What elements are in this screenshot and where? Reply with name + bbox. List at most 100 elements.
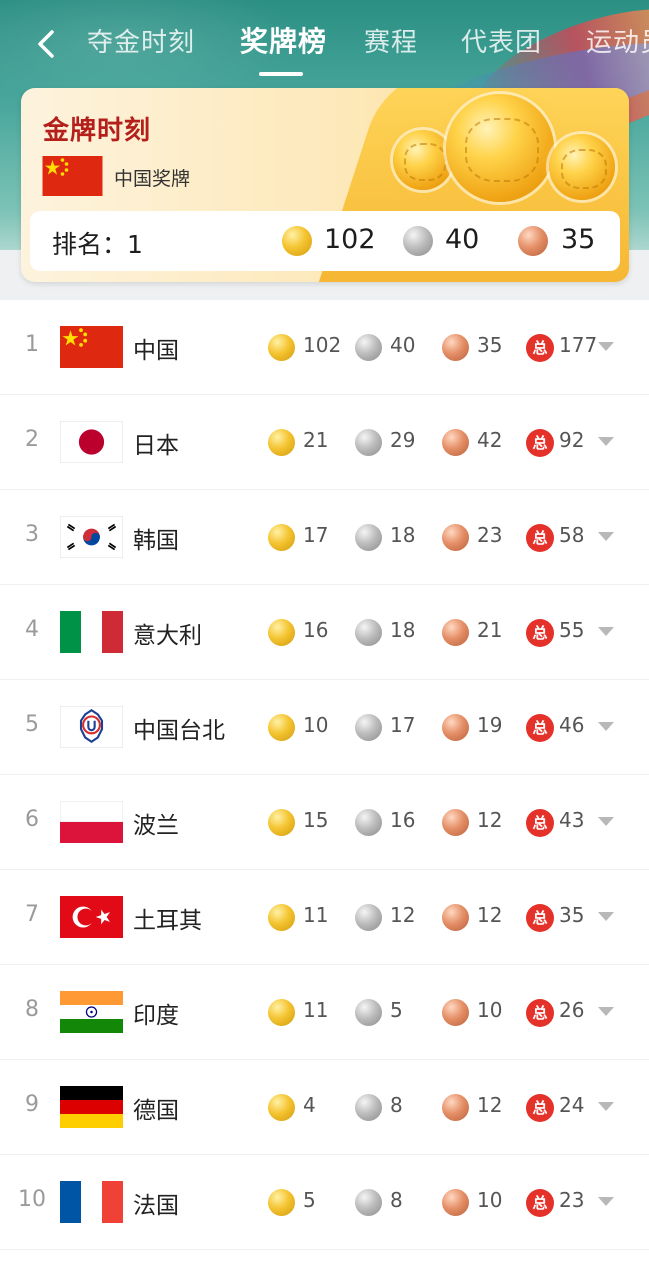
silver-count: 17	[390, 713, 416, 737]
total-badge-icon: 总	[526, 619, 554, 647]
china-medal-summary-card[interactable]: 金牌时刻 中国奖牌 排名：1 102 40 35	[21, 88, 629, 282]
back-button[interactable]	[30, 26, 62, 62]
gold-count: 5	[303, 1188, 316, 1212]
rank-number: 9	[25, 1092, 39, 1117]
table-row[interactable]: 10 法国 5 8 10 总 23	[0, 1155, 649, 1250]
expand-caret-icon[interactable]	[598, 1102, 614, 1111]
total-badge-icon: 总	[526, 904, 554, 932]
card-bronze-count: 35	[561, 224, 596, 255]
table-row[interactable]: 1 中国 102 40 35 总 177	[0, 300, 649, 395]
row-divider	[0, 1249, 649, 1250]
tab-schedule[interactable]: 赛程	[364, 22, 418, 59]
silver-count: 18	[390, 523, 416, 547]
rank-number: 4	[25, 617, 39, 642]
card-rank: 排名：1	[52, 230, 143, 259]
gold-medal-icon	[268, 714, 295, 741]
bronze-medal-icon	[442, 429, 469, 456]
expand-caret-icon[interactable]	[598, 817, 614, 826]
expand-caret-icon[interactable]	[598, 532, 614, 541]
silver-count: 40	[390, 333, 416, 357]
gold-medal-icon	[268, 904, 295, 931]
country-name: 意大利	[133, 623, 202, 649]
expand-caret-icon[interactable]	[598, 627, 614, 636]
gold-ball-right-icon	[549, 134, 615, 200]
total-badge-icon: 总	[526, 524, 554, 552]
bronze-medal-icon	[518, 226, 548, 256]
silver-medal-icon	[355, 1094, 382, 1121]
tab-athletes[interactable]: 运动员	[586, 22, 649, 59]
silver-count: 29	[390, 428, 416, 452]
expand-caret-icon[interactable]	[598, 912, 614, 921]
country-name: 中国	[133, 338, 179, 364]
total-count: 23	[559, 1188, 585, 1212]
country-name: 中国台北	[133, 718, 225, 744]
silver-medal-icon	[355, 1189, 382, 1216]
country-name: 日本	[133, 433, 179, 459]
gold-count: 11	[303, 903, 329, 927]
bronze-count: 12	[477, 808, 503, 832]
table-row[interactable]: 4 意大利 16 18 21 总 55	[0, 585, 649, 680]
table-row[interactable]: 7 土耳其 11 12 12 总 35	[0, 870, 649, 965]
expand-caret-icon[interactable]	[598, 1007, 614, 1016]
gold-medal-icon	[268, 334, 295, 361]
total-badge-icon: 总	[526, 809, 554, 837]
tab-gold-moments[interactable]: 夺金时刻	[87, 22, 195, 59]
table-row[interactable]: 3 韩国 17 18 23 总 58	[0, 490, 649, 585]
country-name: 土耳其	[133, 908, 202, 934]
total-badge-icon: 总	[526, 429, 554, 457]
total-count: 58	[559, 523, 585, 547]
silver-medal-icon	[355, 524, 382, 551]
tab-delegations[interactable]: 代表团	[461, 22, 542, 59]
card-title: 金牌时刻	[43, 116, 152, 146]
bronze-medal-icon	[442, 334, 469, 361]
expand-caret-icon[interactable]	[598, 1197, 614, 1206]
gold-medal-icon	[282, 226, 312, 256]
chinese-taipei-flag-icon	[60, 706, 123, 748]
gold-medal-icon	[268, 1094, 295, 1121]
table-row[interactable]: 8 印度 11 5 10 总 26	[0, 965, 649, 1060]
table-row[interactable]: 9 德国 4 8 12 总 24	[0, 1060, 649, 1155]
total-count: 55	[559, 618, 585, 642]
japan-flag-icon	[60, 421, 123, 463]
germany-flag-icon	[60, 1086, 123, 1128]
bronze-count: 42	[477, 428, 503, 452]
table-row[interactable]: 2 日本 21 29 42 总 92	[0, 395, 649, 490]
total-badge-icon: 总	[526, 1094, 554, 1122]
rank-number: 10	[18, 1187, 46, 1212]
bronze-medal-icon	[442, 999, 469, 1026]
expand-caret-icon[interactable]	[598, 437, 614, 446]
silver-medal-icon	[355, 429, 382, 456]
silver-count: 8	[390, 1093, 403, 1117]
table-row[interactable]: 5 中国台北 10 17 19 总 46	[0, 680, 649, 775]
expand-caret-icon[interactable]	[598, 722, 614, 731]
total-count: 26	[559, 998, 585, 1022]
gold-medal-icon	[268, 1189, 295, 1216]
table-row[interactable]: 6 波兰 15 16 12 总 43	[0, 775, 649, 870]
gold-medal-icon	[268, 999, 295, 1026]
gold-count: 16	[303, 618, 329, 642]
gold-medal-icon	[268, 429, 295, 456]
chevron-left-icon	[38, 30, 54, 58]
turkey-flag-icon	[60, 896, 123, 938]
bronze-medal-icon	[442, 714, 469, 741]
header: 夺金时刻 奖牌榜 赛程 代表团 运动员 金牌时刻 中国奖牌 排名：1 102	[0, 0, 649, 300]
country-name: 波兰	[133, 813, 179, 839]
silver-medal-icon	[355, 904, 382, 931]
rank-number: 7	[25, 902, 39, 927]
gold-count: 15	[303, 808, 329, 832]
tab-medal-table[interactable]: 奖牌榜	[240, 20, 327, 60]
rank-number: 5	[25, 712, 39, 737]
bronze-count: 23	[477, 523, 503, 547]
total-count: 177	[559, 333, 598, 357]
rank-number: 6	[25, 807, 39, 832]
expand-caret-icon[interactable]	[598, 342, 614, 351]
bronze-medal-icon	[442, 809, 469, 836]
silver-medal-icon	[355, 334, 382, 361]
gold-medal-icon	[268, 524, 295, 551]
rank-number: 2	[25, 427, 39, 452]
silver-count: 16	[390, 808, 416, 832]
silver-medal-icon	[403, 226, 433, 256]
total-count: 46	[559, 713, 585, 737]
bronze-count: 21	[477, 618, 503, 642]
bronze-medal-icon	[442, 1094, 469, 1121]
